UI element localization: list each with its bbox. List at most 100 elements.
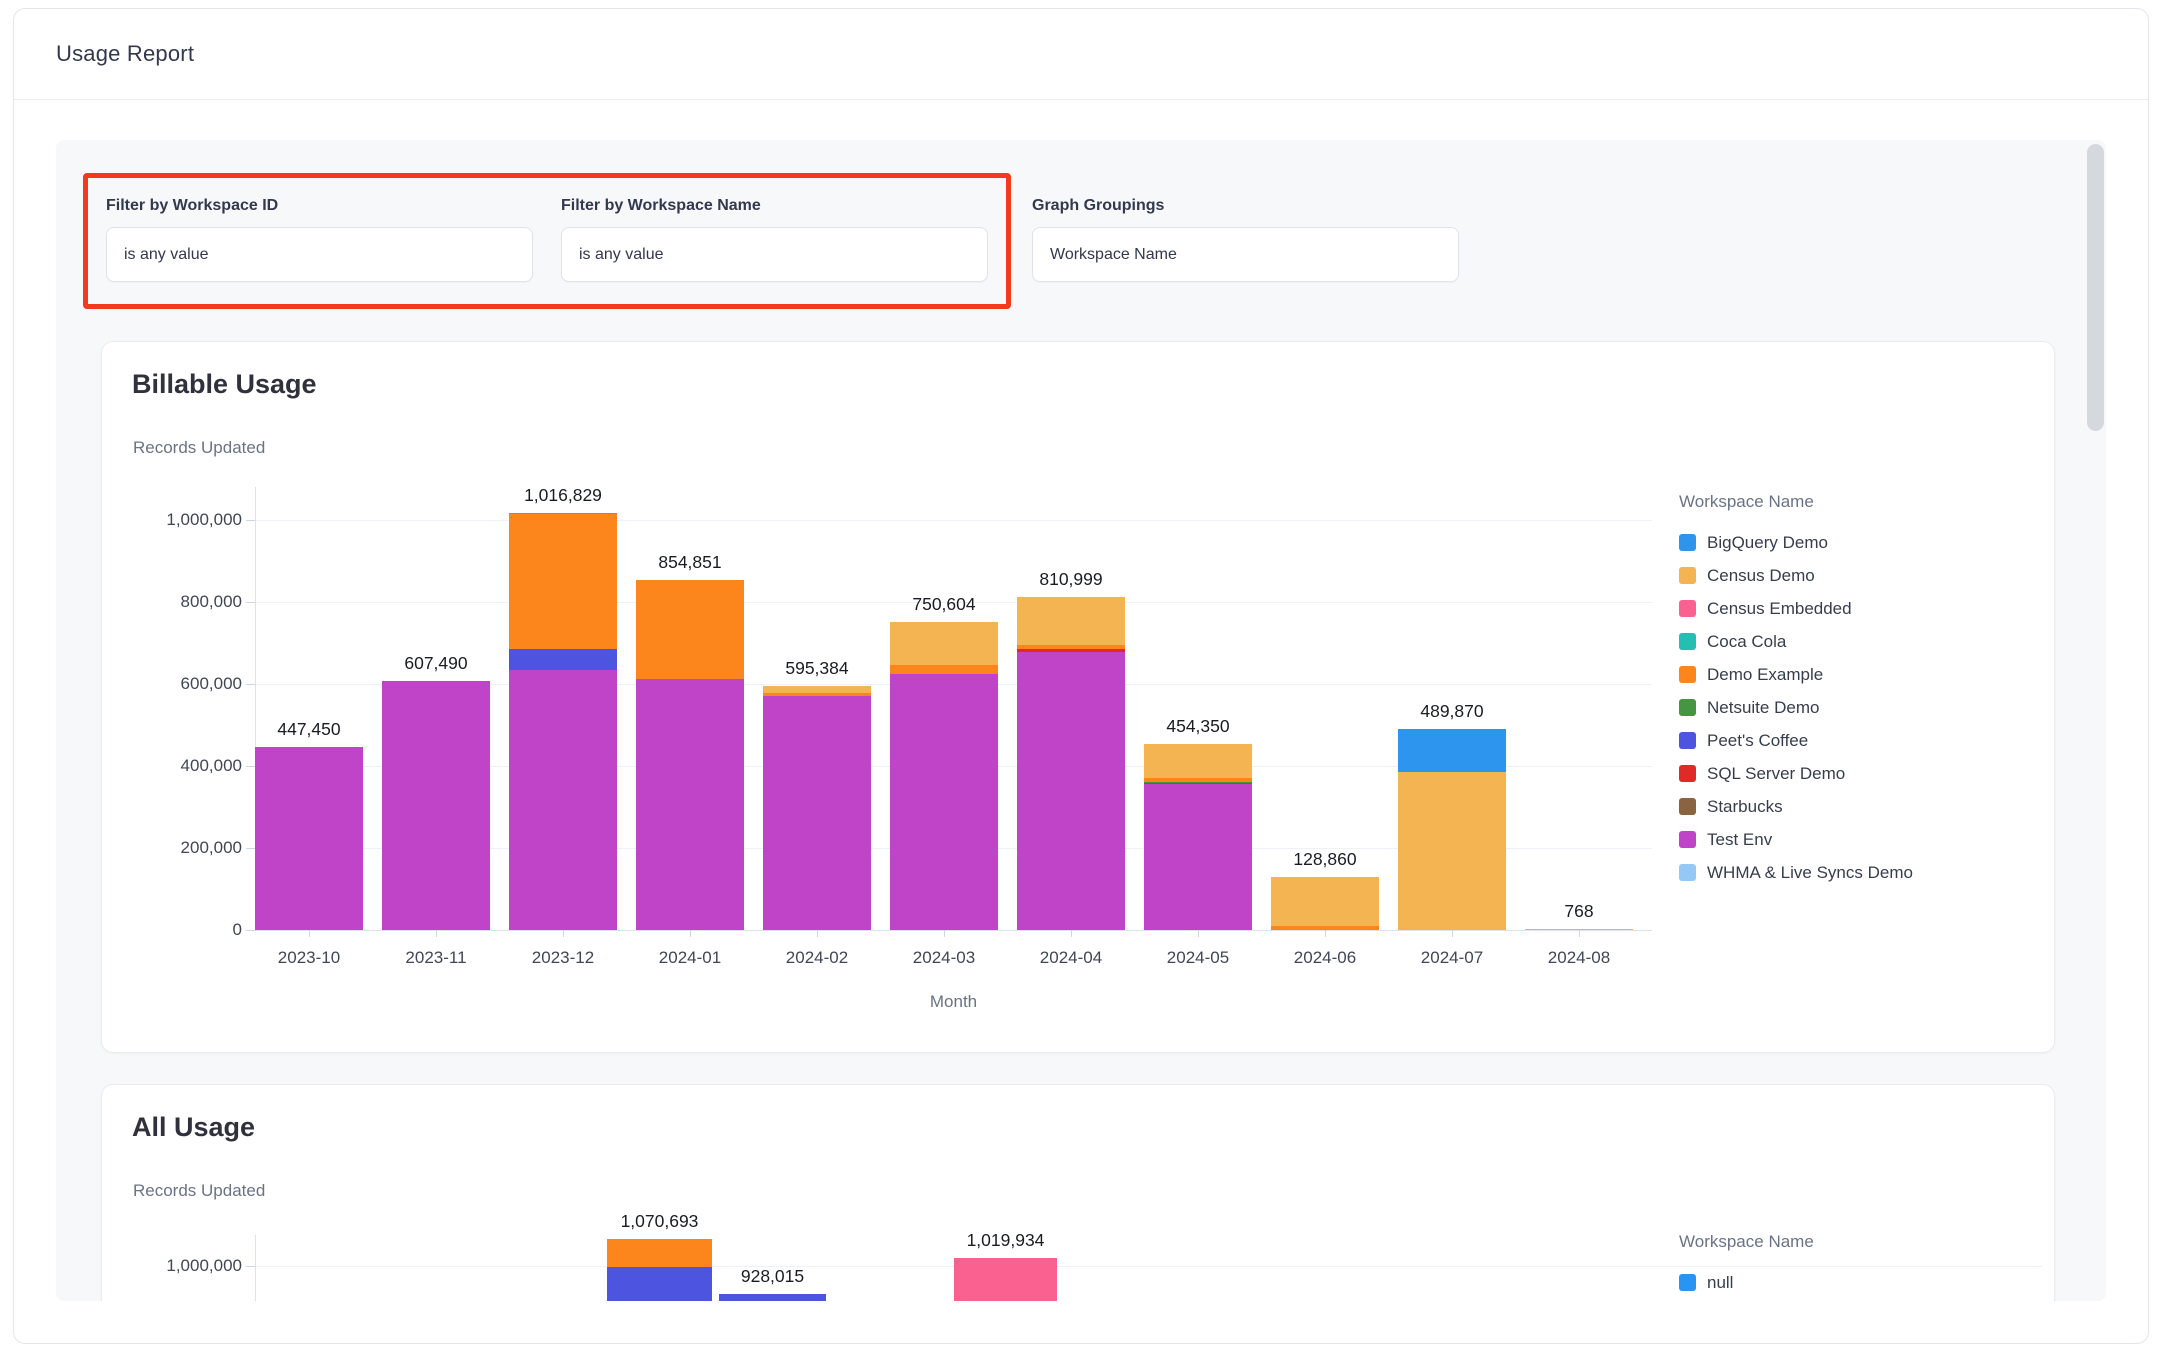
bar-total-label: 1,070,693 [575, 1211, 745, 1232]
all-usage-card: All Usage Records Updated 1,000,0001,070… [101, 1084, 2055, 1301]
y-axis-line [255, 1235, 256, 1301]
y-tick [246, 602, 255, 603]
bar-total-label: 1,016,829 [478, 485, 648, 506]
graph-groupings-label: Graph Groupings [1032, 197, 1459, 215]
bar-total-label: 454,350 [1113, 716, 1283, 737]
legend-item-null[interactable]: null [1679, 1266, 1814, 1299]
filters-row: Filter by Workspace ID is any value Filt… [83, 173, 2106, 309]
x-tick-label: 2024-01 [620, 948, 760, 968]
legend-swatch [1679, 1274, 1696, 1291]
bar-segment-test-env[interactable] [382, 681, 490, 930]
legend-swatch [1679, 534, 1696, 551]
bar-segment[interactable] [719, 1294, 826, 1301]
y-tick-label: 1,000,000 [112, 510, 242, 530]
legend-item-starbucks[interactable]: Starbucks [1679, 790, 1913, 823]
bar-total-label: 750,604 [859, 594, 1029, 615]
billable-usage-card: Billable Usage Records Updated 0200,0004… [101, 341, 2055, 1053]
legend-item-whma-live-syncs-demo[interactable]: WHMA & Live Syncs Demo [1679, 856, 1913, 889]
legend-label: null [1707, 1273, 1733, 1293]
gridline [255, 520, 1652, 521]
bar-segment-demo-example[interactable] [509, 514, 617, 649]
legend-label: SQL Server Demo [1707, 764, 1845, 784]
workspace-name-filter: Filter by Workspace Name is any value [561, 197, 988, 282]
legend-label: Census Demo [1707, 566, 1815, 586]
bar-segment-sql-server-demo[interactable] [1144, 783, 1252, 784]
legend-item-census-embedded[interactable]: Census Embedded [1679, 592, 1913, 625]
legend-label: WHMA & Live Syncs Demo [1707, 863, 1913, 883]
y-tick [246, 848, 255, 849]
y-tick [246, 930, 255, 931]
bar-segment-sql-server-demo[interactable] [1017, 649, 1125, 652]
y-tick [246, 1266, 255, 1267]
workspace-id-filter-input[interactable]: is any value [106, 227, 533, 282]
bar-segment-demo-example[interactable] [890, 665, 998, 674]
legend-label: Census Embedded [1707, 599, 1852, 619]
bar-segment-census-demo[interactable] [1017, 597, 1125, 644]
billable-legend: Workspace Name BigQuery DemoCensus DemoC… [1679, 492, 1913, 889]
bar-segment-netsuite-demo[interactable] [1144, 782, 1252, 784]
bar-segment-demo-example[interactable] [636, 580, 744, 680]
x-tick [1071, 930, 1072, 937]
bar-segment-census-demo[interactable] [1271, 877, 1379, 926]
x-tick [436, 930, 437, 937]
vertical-scrollbar-thumb[interactable] [2087, 144, 2104, 431]
bar-segment[interactable] [954, 1258, 1057, 1301]
bar-segment-test-env[interactable] [636, 679, 744, 930]
bar-total-label: 768 [1494, 901, 1664, 922]
graph-groupings-filter: Graph Groupings Workspace Name [1032, 197, 1459, 282]
bar-segment[interactable] [607, 1239, 712, 1267]
workspace-name-filter-input[interactable]: is any value [561, 227, 988, 282]
bar-segment-test-env[interactable] [509, 670, 617, 930]
x-tick-label: 2024-04 [1001, 948, 1141, 968]
legend-item-peet-s-coffee[interactable]: Peet's Coffee [1679, 724, 1913, 757]
x-tick [563, 930, 564, 937]
workspace-id-filter: Filter by Workspace ID is any value [106, 197, 533, 282]
bar-segment-coca-cola[interactable] [509, 513, 617, 514]
x-tick [944, 930, 945, 937]
bar-segment-census-demo[interactable] [1398, 772, 1506, 930]
x-tick-label: 2023-10 [239, 948, 379, 968]
bar-segment-census-demo[interactable] [763, 686, 871, 693]
bar-total-label: 1,019,934 [921, 1230, 1091, 1251]
legend-item-census-demo[interactable]: Census Demo [1679, 559, 1913, 592]
bar-segment-demo-example[interactable] [1017, 645, 1125, 649]
bar-segment-test-env[interactable] [890, 674, 998, 930]
x-tick-label: 2024-05 [1128, 948, 1268, 968]
page-header: Usage Report [14, 9, 2148, 100]
legend-item-netsuite-demo[interactable]: Netsuite Demo [1679, 691, 1913, 724]
legend-label: Netsuite Demo [1707, 698, 1819, 718]
y-tick-label: 400,000 [112, 756, 242, 776]
bar-segment-demo-example[interactable] [1144, 778, 1252, 782]
y-tick-label: 800,000 [112, 592, 242, 612]
legend-item-sql-server-demo[interactable]: SQL Server Demo [1679, 757, 1913, 790]
y-tick [246, 520, 255, 521]
x-tick [817, 930, 818, 937]
legend-item-test-env[interactable]: Test Env [1679, 823, 1913, 856]
bar-segment-census-demo[interactable] [1144, 744, 1252, 778]
highlight-annotation-box: Filter by Workspace ID is any value Filt… [83, 173, 1011, 309]
x-tick-label: 2024-02 [747, 948, 887, 968]
x-tick [1579, 930, 1580, 937]
bar-segment-test-env[interactable] [1144, 784, 1252, 930]
bar-total-label: 489,870 [1367, 701, 1537, 722]
x-tick [1452, 930, 1453, 937]
legend-label: Coca Cola [1707, 632, 1786, 652]
legend-label: Test Env [1707, 830, 1772, 850]
bar-total-label: 447,450 [224, 719, 394, 740]
bar-segment-demo-example[interactable] [763, 693, 871, 697]
bar-segment-bigquery-demo[interactable] [1398, 729, 1506, 772]
x-tick [1325, 930, 1326, 937]
x-axis-title: Month [844, 992, 1064, 1012]
legend-swatch [1679, 600, 1696, 617]
legend-item-bigquery-demo[interactable]: BigQuery Demo [1679, 526, 1913, 559]
legend-swatch [1679, 699, 1696, 716]
legend-item-demo-example[interactable]: Demo Example [1679, 658, 1913, 691]
bar-segment-test-env[interactable] [255, 747, 363, 930]
bar-segment-test-env[interactable] [1017, 652, 1125, 930]
legend-label: Starbucks [1707, 797, 1783, 817]
graph-groupings-input[interactable]: Workspace Name [1032, 227, 1459, 282]
bar-segment-census-demo[interactable] [890, 622, 998, 665]
bar-segment-test-env[interactable] [763, 696, 871, 930]
bar-segment-peet-s-coffee[interactable] [509, 649, 617, 671]
legend-item-coca-cola[interactable]: Coca Cola [1679, 625, 1913, 658]
